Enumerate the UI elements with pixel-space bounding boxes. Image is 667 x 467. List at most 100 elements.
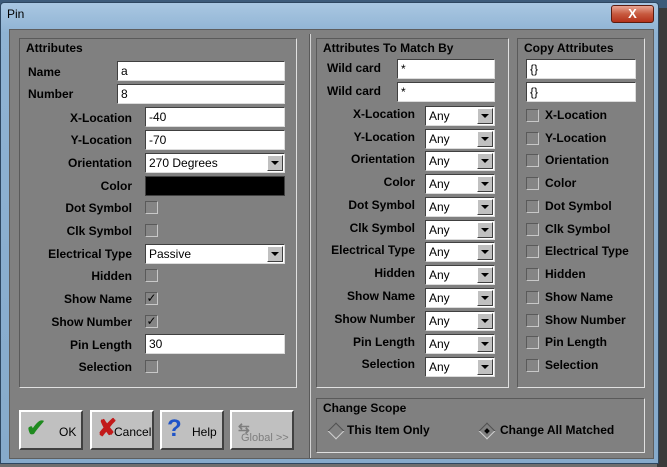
match-select-hidden[interactable]: Any — [425, 265, 495, 285]
chevron-down-icon[interactable] — [267, 246, 283, 262]
attributes-group: Attributes Name a Number 8 X-Location -4… — [19, 38, 297, 388]
copy-checkbox-x-location[interactable] — [526, 109, 539, 122]
ok-button[interactable]: ✔ OK — [19, 410, 83, 450]
global-button[interactable]: ⇆ Global >> — [230, 410, 294, 450]
cancel-button[interactable]: ✘ Cancel — [90, 410, 154, 450]
chevron-down-icon[interactable] — [477, 267, 493, 283]
chevron-down-icon[interactable] — [477, 290, 493, 306]
pin-length-field[interactable]: 30 — [145, 334, 285, 354]
selection-checkbox[interactable] — [145, 360, 158, 373]
copy-label-hidden: Hidden — [545, 267, 586, 281]
electrical-type-select[interactable]: Passive — [145, 244, 285, 264]
copy-checkbox-selection[interactable] — [526, 359, 539, 372]
chevron-down-icon[interactable] — [477, 153, 493, 169]
chevron-down-icon[interactable] — [477, 336, 493, 352]
match-label-show-number: Show Number — [334, 312, 415, 326]
number-field[interactable]: 8 — [117, 84, 285, 104]
chevron-down-icon[interactable] — [477, 176, 493, 192]
copy-label-orientation: Orientation — [545, 153, 610, 167]
match-select-orientation[interactable]: Any — [425, 151, 495, 171]
pin-dialog: Pin X Attributes Name a Number 8 X-Locat… — [0, 2, 659, 464]
name-label: Name — [28, 65, 61, 79]
vertical-divider — [309, 34, 311, 458]
match-select-color[interactable]: Any — [425, 174, 495, 194]
copy-label-dot-symbol: Dot Symbol — [545, 199, 612, 213]
wild-card-field-2[interactable]: * — [397, 82, 495, 102]
match-select-selection[interactable]: Any — [425, 357, 495, 377]
copy-checkbox-hidden[interactable] — [526, 268, 539, 281]
orientation-select[interactable]: 270 Degrees — [145, 153, 285, 173]
match-value: Any — [429, 314, 450, 328]
window-title: Pin — [7, 7, 25, 21]
match-label-selection: Selection — [361, 357, 415, 371]
close-button[interactable]: X — [611, 5, 654, 23]
match-select-dot-symbol[interactable]: Any — [425, 197, 495, 217]
copy-label-show-number: Show Number — [545, 313, 626, 327]
match-value: Any — [429, 132, 450, 146]
match-label-electrical-type: Electrical Type — [331, 243, 415, 257]
show-name-checkbox[interactable]: ✓ — [145, 292, 158, 305]
electrical-type-label: Electrical Type — [48, 247, 132, 261]
question-icon: ? — [167, 415, 182, 442]
match-select-show-number[interactable]: Any — [425, 311, 495, 331]
copy-checkbox-electrical-type[interactable] — [526, 245, 539, 258]
copy-group: Copy Attributes {} {} X-Location Y-Locat… — [517, 38, 645, 388]
wild-card-field-1[interactable]: * — [397, 59, 495, 79]
match-value: Any — [429, 109, 450, 123]
help-button[interactable]: ? Help — [160, 410, 224, 450]
match-value: Any — [429, 291, 450, 305]
match-select-clk-symbol[interactable]: Any — [425, 220, 495, 240]
copy-checkbox-dot-symbol[interactable] — [526, 200, 539, 213]
chevron-down-icon[interactable] — [477, 131, 493, 147]
match-select-show-name[interactable]: Any — [425, 288, 495, 308]
x-location-field[interactable]: -40 — [145, 107, 285, 127]
chevron-down-icon[interactable] — [477, 313, 493, 329]
chevron-down-icon[interactable] — [477, 222, 493, 238]
copy-field-2[interactable]: {} — [526, 82, 636, 102]
match-value: Any — [429, 337, 450, 351]
copy-checkbox-show-name[interactable] — [526, 291, 539, 304]
hidden-checkbox[interactable] — [145, 269, 158, 282]
match-label-orientation: Orientation — [350, 152, 415, 166]
color-swatch[interactable] — [145, 176, 285, 196]
copy-checkbox-color[interactable] — [526, 177, 539, 190]
copy-checkbox-show-number[interactable] — [526, 314, 539, 327]
chevron-down-icon[interactable] — [477, 199, 493, 215]
copy-checkbox-orientation[interactable] — [526, 154, 539, 167]
electrical-type-value: Passive — [149, 247, 192, 261]
help-button-label: Help — [192, 425, 217, 439]
copy-checkbox-y-location[interactable] — [526, 132, 539, 145]
copy-checkbox-clk-symbol[interactable] — [526, 223, 539, 236]
color-label: Color — [100, 179, 132, 193]
change-all-matched-radio[interactable] — [478, 422, 496, 440]
dot-symbol-checkbox[interactable] — [145, 201, 158, 214]
chevron-down-icon[interactable] — [477, 244, 493, 260]
copy-field-1[interactable]: {} — [526, 59, 636, 79]
x-location-label: X-Location — [70, 111, 132, 125]
copy-label-selection: Selection — [545, 358, 599, 372]
match-value: Any — [429, 154, 450, 168]
wild-card-label-2: Wild card — [327, 84, 381, 98]
match-value: Any — [429, 177, 450, 191]
copy-label-x-location: X-Location — [545, 108, 607, 122]
copy-checkbox-pin-length[interactable] — [526, 336, 539, 349]
selection-label: Selection — [78, 360, 132, 374]
show-number-checkbox[interactable]: ✓ — [145, 315, 158, 328]
copy-label-y-location: Y-Location — [545, 131, 607, 145]
number-label: Number — [28, 87, 74, 101]
dot-symbol-label: Dot Symbol — [65, 201, 132, 215]
name-field[interactable]: a — [117, 61, 285, 81]
match-select-pin-length[interactable]: Any — [425, 334, 495, 354]
match-select-x-location[interactable]: Any — [425, 106, 495, 126]
clk-symbol-label: Clk Symbol — [66, 224, 132, 238]
match-select-y-location[interactable]: Any — [425, 129, 495, 149]
y-location-field[interactable]: -70 — [145, 130, 285, 150]
chevron-down-icon[interactable] — [477, 108, 493, 124]
clk-symbol-checkbox[interactable] — [145, 224, 158, 237]
this-item-only-radio[interactable] — [327, 422, 345, 440]
match-label-hidden: Hidden — [374, 266, 415, 280]
match-label-y-location: Y-Location — [353, 130, 415, 144]
chevron-down-icon[interactable] — [477, 359, 493, 375]
match-select-electrical-type[interactable]: Any — [425, 242, 495, 262]
chevron-down-icon[interactable] — [267, 155, 283, 171]
